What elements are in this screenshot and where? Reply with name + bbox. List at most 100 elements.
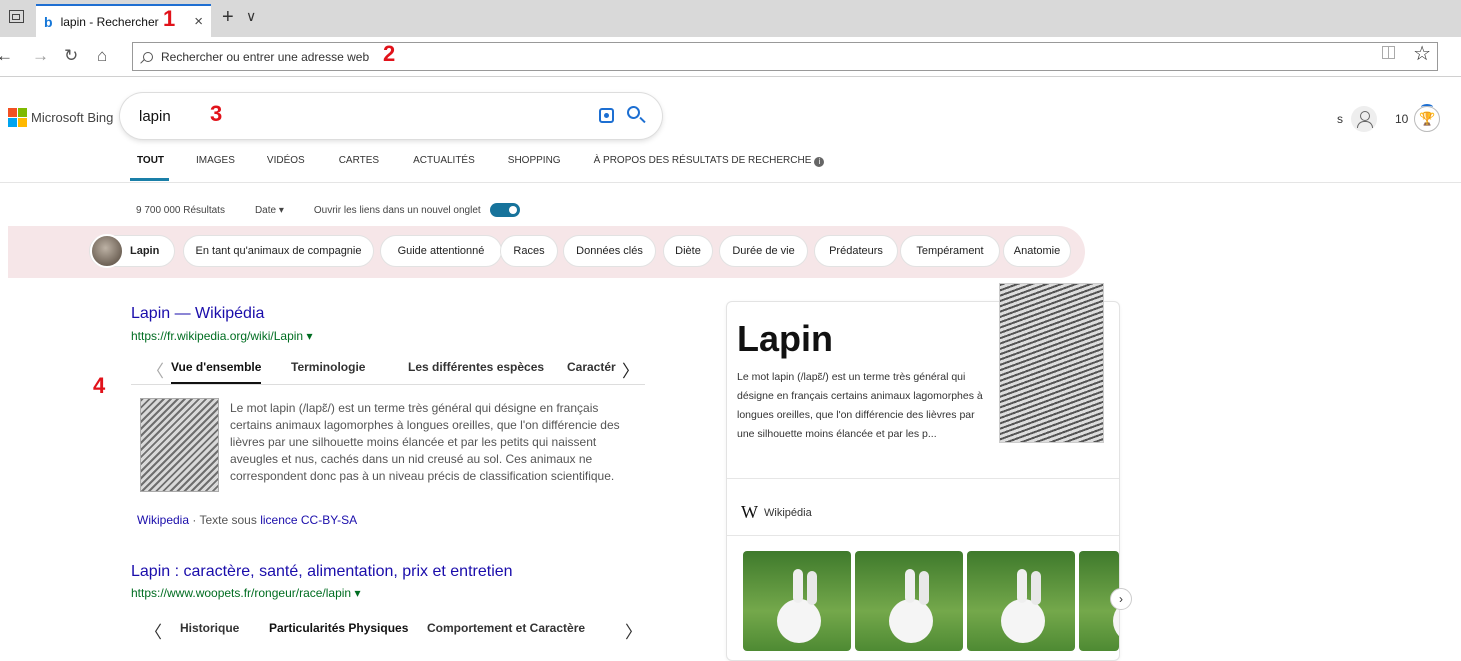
knowledge-panel-description: Le mot lapin (/lapɛ̃/) est un terme très… — [737, 371, 983, 440]
chevron-left-icon[interactable]: 〈 — [147, 357, 164, 382]
result-snippet: Le mot lapin (/lapɛ̃/) est un terme très… — [230, 401, 620, 483]
pill-races[interactable]: Races — [500, 235, 558, 267]
chevron-down-icon[interactable]: ▾ — [354, 586, 360, 600]
result-tab-terminology[interactable]: Terminologie — [291, 360, 365, 374]
result-title-link[interactable]: Lapin : caractère, santé, alimentation, … — [131, 563, 513, 581]
result-url[interactable]: https://fr.wikipedia.org/wiki/Lapin ▾ — [131, 329, 312, 343]
result-url[interactable]: https://www.woopets.fr/rongeur/race/lapi… — [131, 586, 360, 600]
pill-label: Tempérament — [916, 245, 984, 257]
search-input[interactable]: lapin — [120, 93, 662, 139]
close-tab-icon[interactable]: × — [194, 13, 203, 30]
scope-images[interactable]: IMAGES — [196, 155, 235, 181]
pill-diet[interactable]: Diète — [663, 235, 713, 267]
bing-favicon-icon: b — [44, 13, 53, 30]
rabbit-photo[interactable] — [967, 551, 1075, 651]
tab-title: lapin - Rechercher — [60, 14, 159, 29]
browser-tab-active[interactable]: b lapin - Rechercher × — [36, 4, 211, 37]
knowledge-panel-divider — [727, 535, 1119, 536]
result-tabs: 〈 Historique Particularités Physiques Co… — [131, 618, 645, 642]
bing-logo-text: Microsoft Bing — [31, 110, 114, 125]
result-tab-overview[interactable]: Vue d'ensemble — [171, 360, 262, 384]
scope-videos[interactable]: VIDÉOS — [267, 155, 305, 181]
bing-logo[interactable]: Microsoft Bing — [8, 108, 113, 127]
pill-lapin[interactable]: Lapin — [89, 234, 175, 268]
pill-key-data[interactable]: Données clés — [563, 235, 656, 267]
rabbit-photo[interactable] — [743, 551, 851, 651]
result-tab-species[interactable]: Les différentes espèces — [408, 360, 544, 374]
search-submit-icon[interactable] — [627, 106, 640, 119]
result-tab-history[interactable]: Historique — [180, 621, 239, 635]
back-arrow-icon[interactable]: ← — [0, 46, 13, 66]
pill-label: Races — [513, 245, 545, 257]
date-filter-label: Date — [254, 204, 277, 216]
chevron-right-icon[interactable]: 〉 — [625, 618, 642, 643]
scope-shopping[interactable]: SHOPPING — [508, 155, 561, 181]
pill-temperament[interactable]: Tempérament — [900, 235, 1000, 267]
account-button[interactable]: s — [1337, 106, 1377, 132]
browser-tab-bar: b lapin - Rechercher × + ∨ — [0, 0, 1461, 37]
knowledge-panel-image[interactable] — [999, 283, 1104, 443]
search-scopes: TOUT IMAGES VIDÉOS CARTES ACTUALITÉS SHO… — [130, 155, 825, 181]
scope-tout[interactable]: TOUT — [130, 155, 169, 181]
pill-label: En tant qu'animaux de compagnie — [195, 245, 362, 257]
visual-search-icon[interactable] — [599, 108, 614, 123]
pill-label: Prédateurs — [829, 245, 883, 257]
reading-view-icon[interactable] — [1382, 46, 1395, 59]
result-source-line: Wikipedia · Texte sous licence CC-BY-SA — [137, 513, 357, 527]
header-divider — [0, 182, 1461, 183]
favorite-star-icon[interactable]: ☆ — [1413, 41, 1431, 66]
annotation-marker-1: 1 — [163, 6, 176, 31]
annotation-marker-4: 4 — [93, 373, 106, 398]
refinement-pill-bar: Lapin En tant qu'animaux de compagnie Gu… — [8, 226, 1085, 278]
pill-predators[interactable]: Prédateurs — [814, 235, 898, 267]
new-tab-toggle[interactable] — [489, 203, 520, 217]
rabbit-engraving-image[interactable] — [140, 398, 219, 492]
refresh-icon[interactable]: ↻ — [64, 46, 78, 66]
search-query-text: lapin — [139, 107, 171, 125]
pill-anatomy[interactable]: Anatomie — [1003, 235, 1071, 267]
account-initial: s — [1337, 112, 1343, 126]
pill-label: Données clés — [576, 245, 643, 257]
result-tab-behavior[interactable]: Comportement et Caractère — [427, 621, 585, 635]
pill-label: Diète — [675, 245, 701, 257]
search-icon — [143, 51, 153, 62]
annotation-marker-2: 2 — [383, 41, 396, 66]
source-link-wikipedia[interactable]: Wikipedia — [137, 513, 189, 527]
wikipedia-logo-icon: W — [741, 502, 758, 522]
knowledge-panel-divider — [727, 478, 1119, 479]
new-tab-icon[interactable]: + — [222, 6, 234, 29]
tab-manager-icon[interactable] — [9, 10, 24, 23]
chevron-down-icon[interactable]: ▾ — [306, 329, 312, 343]
pill-pets[interactable]: En tant qu'animaux de compagnie — [183, 235, 374, 267]
results-toolbar: 9 700 000 Résultats Date ▾ Ouvrir les li… — [136, 203, 520, 217]
new-tab-toggle-label: Ouvrir les liens dans un nouvel onglet — [313, 204, 481, 216]
knowledge-panel-title: Lapin — [737, 318, 833, 359]
rabbit-thumbnail — [90, 234, 124, 268]
scope-about-results[interactable]: À PROPOS DES RÉSULTATS DE RECHERCHE i — [594, 155, 825, 181]
license-link[interactable]: licence CC-BY-SA — [260, 513, 357, 527]
chevron-right-icon[interactable]: 〉 — [622, 357, 639, 382]
scope-actualites[interactable]: ACTUALITÉS — [413, 155, 475, 181]
knowledge-panel-source[interactable]: W Wikipédia — [741, 502, 812, 523]
browser-address-bar: ← → ↻ ⌂ Rechercher ou entrer une adresse… — [0, 37, 1461, 77]
rabbit-photo[interactable] — [855, 551, 963, 651]
image-carousel-next-icon[interactable]: › — [1110, 588, 1132, 610]
rewards-button[interactable]: 10 🏆 — [1395, 104, 1441, 132]
chevron-left-icon[interactable]: 〈 — [145, 618, 162, 643]
address-input[interactable]: Rechercher ou entrer une adresse web — [132, 42, 1438, 71]
result-tabs: 〈 Vue d'ensemble Terminologie Les différ… — [131, 356, 645, 385]
result-title-link[interactable]: Lapin — Wikipédia — [131, 305, 264, 323]
result-count: 9 700 000 Résultats — [136, 204, 225, 216]
result-tab-characteristics[interactable]: Caractér — [567, 360, 619, 374]
info-icon: i — [814, 157, 825, 167]
pill-care-guide[interactable]: Guide attentionné — [380, 235, 502, 267]
result-tab-physical[interactable]: Particularités Physiques — [269, 621, 408, 635]
pill-lifespan[interactable]: Durée de vie — [719, 235, 808, 267]
home-icon[interactable]: ⌂ — [97, 46, 107, 66]
user-avatar-icon — [1351, 106, 1377, 132]
tab-menu-chevron-icon[interactable]: ∨ — [246, 8, 256, 25]
scope-cartes[interactable]: CARTES — [339, 155, 379, 181]
forward-arrow-icon[interactable]: → — [32, 46, 49, 66]
address-placeholder: Rechercher ou entrer une adresse web — [161, 49, 370, 64]
date-filter-dropdown[interactable]: Date ▾ — [255, 205, 284, 216]
